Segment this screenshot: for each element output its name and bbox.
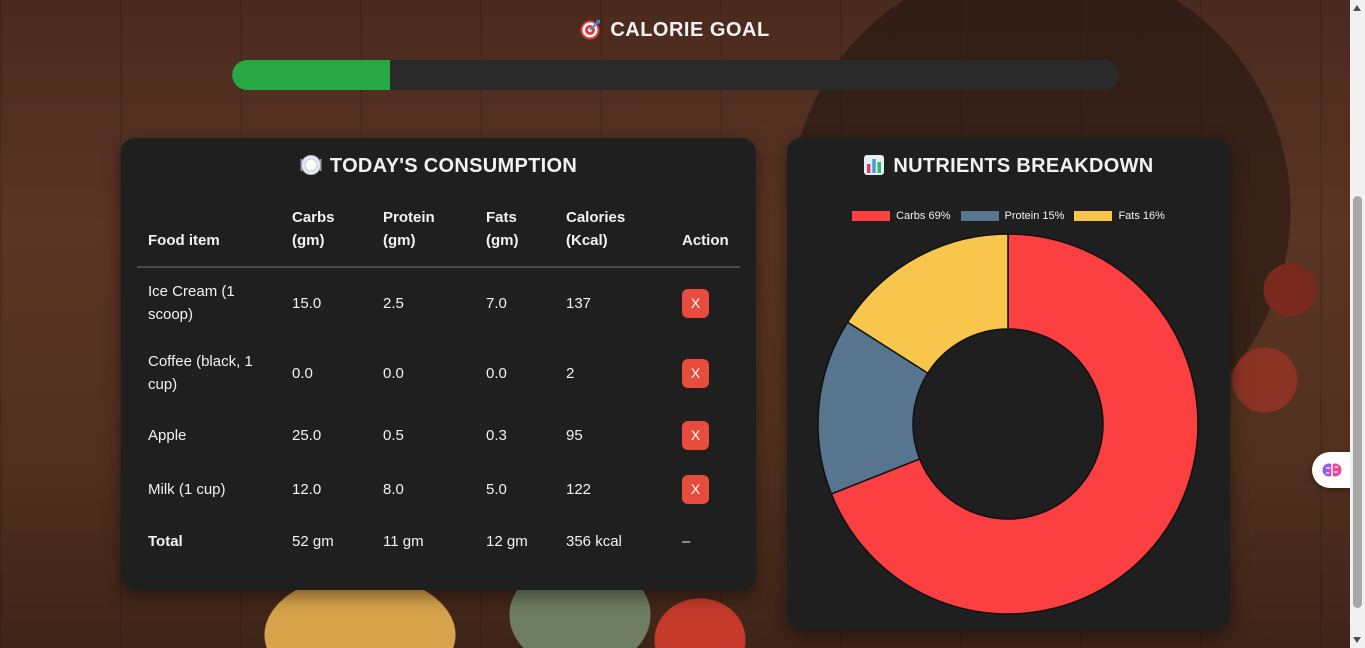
total-row: Total 52 gm 11 gm 12 gm 356 kcal –	[137, 516, 740, 566]
consumption-card: TODAY'S CONSUMPTION Food item Carbs (gm)…	[121, 138, 756, 590]
table-header-row: Food item Carbs (gm) Protein (gm) Fats (…	[137, 206, 740, 268]
delete-button[interactable]: X	[682, 358, 709, 388]
chart-legend: Carbs 69% Protein 15% Fats 16%	[787, 210, 1230, 222]
carbs-cell: 12.0	[292, 480, 322, 498]
delete-button[interactable]: X	[682, 420, 709, 450]
calorie-progress-bar	[232, 60, 1119, 90]
total-carbs: 52 gm	[292, 532, 334, 550]
header-protein: Protein (gm)	[372, 206, 475, 268]
consumption-title-label: TODAY'S CONSUMPTION	[329, 155, 578, 177]
nutrients-donut-chart	[817, 233, 1199, 615]
nutrients-title-label: NUTRIENTS BREAKDOWN	[893, 155, 1154, 177]
target-icon	[580, 18, 602, 40]
scroll-up-arrow[interactable]	[1353, 5, 1361, 11]
legend-swatch-protein	[960, 211, 999, 221]
table-row: Apple 25.0 0.5 0.3 95 X	[137, 408, 740, 462]
fats-cell: 5.0	[486, 480, 507, 498]
plate-icon	[300, 154, 322, 176]
legend-item-carbs[interactable]: Carbs 69%	[852, 210, 951, 222]
legend-item-protein[interactable]: Protein 15%	[960, 210, 1065, 222]
scroll-down-arrow[interactable]	[1353, 637, 1361, 643]
calories-cell: 95	[566, 426, 583, 444]
legend-swatch-carbs	[852, 211, 891, 221]
action-cell: X	[671, 462, 740, 516]
legend-label: Protein 15%	[1004, 210, 1065, 222]
protein-cell: 0.5	[383, 426, 404, 444]
fats-cell: 7.0	[486, 294, 507, 312]
table-row: Milk (1 cup) 12.0 8.0 5.0 122 X	[137, 462, 740, 516]
calorie-progress-fill	[232, 60, 390, 90]
total-protein: 11 gm	[383, 532, 424, 550]
consumption-table: Food item Carbs (gm) Protein (gm) Fats (…	[137, 206, 740, 566]
food-name-cell: Ice Cream (1 scoop)	[148, 283, 235, 323]
legend-label: Carbs 69%	[896, 210, 951, 222]
calories-cell: 122	[566, 480, 592, 498]
consumption-title: TODAY'S CONSUMPTION	[121, 154, 756, 178]
fats-cell: 0.0	[486, 364, 507, 382]
table-row: Coffee (black, 1 cup) 0.0 0.0 0.0 2 X	[137, 338, 740, 408]
protein-cell: 8.0	[383, 480, 404, 498]
carbs-cell: 15.0	[292, 294, 322, 312]
delete-button[interactable]: X	[682, 474, 709, 504]
table-row: Ice Cream (1 scoop) 15.0 2.5 7.0 137 X	[137, 267, 740, 338]
bar-chart-icon	[863, 154, 885, 176]
legend-item-fats[interactable]: Fats 16%	[1074, 210, 1165, 222]
food-name-cell: Milk (1 cup)	[148, 480, 226, 498]
header-calories: Calories (Kcal)	[555, 206, 671, 268]
header-food: Food item	[137, 206, 281, 268]
fats-cell: 0.3	[486, 426, 507, 444]
food-name-cell: Coffee (black, 1 cup)	[148, 353, 253, 393]
total-label: Total	[148, 532, 183, 550]
brain-icon	[1322, 463, 1342, 477]
delete-button[interactable]: X	[682, 288, 709, 318]
calorie-goal-title: CALORIE GOAL	[0, 18, 1350, 42]
action-cell: X	[671, 408, 740, 462]
total-fats: 12 gm	[486, 532, 528, 550]
total-action: –	[682, 532, 691, 550]
action-cell: X	[671, 338, 740, 408]
action-cell: X	[671, 267, 740, 338]
calories-cell: 137	[566, 294, 592, 312]
header-action: Action	[671, 206, 740, 268]
protein-cell: 0.0	[383, 364, 404, 382]
legend-swatch-fats	[1074, 211, 1113, 221]
carbs-cell: 0.0	[292, 364, 313, 382]
calorie-goal-label: CALORIE GOAL	[610, 19, 770, 41]
protein-cell: 2.5	[383, 294, 404, 312]
vertical-scrollbar[interactable]	[1350, 0, 1365, 648]
floating-assistant-button[interactable]	[1312, 452, 1352, 488]
nutrients-card: NUTRIENTS BREAKDOWN Carbs 69% Protein 15…	[787, 138, 1230, 630]
scroll-thumb[interactable]	[1353, 196, 1362, 608]
nutrients-title: NUTRIENTS BREAKDOWN	[787, 154, 1230, 178]
food-name-cell: Apple	[148, 426, 187, 444]
calories-cell: 2	[566, 364, 575, 382]
legend-label: Fats 16%	[1118, 210, 1165, 222]
header-carbs: Carbs (gm)	[281, 206, 372, 268]
header-fats: Fats (gm)	[475, 206, 555, 268]
carbs-cell: 25.0	[292, 426, 322, 444]
total-calories: 356 kcal	[566, 532, 622, 550]
